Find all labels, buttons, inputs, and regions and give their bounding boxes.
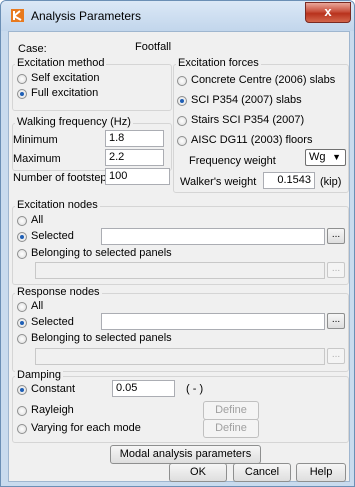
concrete-centre-radio[interactable] xyxy=(177,76,187,86)
title-bar[interactable]: Analysis Parameters x xyxy=(1,1,354,31)
excitation-panels-browse-button: ... xyxy=(327,262,345,278)
response-selected-radio[interactable] xyxy=(17,318,27,328)
self-excitation-radio[interactable] xyxy=(17,74,27,84)
cancel-button[interactable]: Cancel xyxy=(233,463,291,482)
response-all-label[interactable]: All xyxy=(31,300,43,312)
damping-rayleigh-label[interactable]: Rayleigh xyxy=(31,404,74,416)
excitation-selected-label[interactable]: Selected xyxy=(31,230,74,242)
excitation-panels-input xyxy=(35,262,325,279)
self-excitation-label[interactable]: Self excitation xyxy=(31,72,99,84)
stairs-sci-radio[interactable] xyxy=(177,116,187,126)
footsteps-label: Number of footsteps xyxy=(13,172,113,184)
damping-constant-label[interactable]: Constant xyxy=(31,383,75,395)
modal-analysis-parameters-button[interactable]: Modal analysis parameters xyxy=(110,445,261,464)
dialog-window: Analysis Parameters x Case: Footfall Exc… xyxy=(0,0,355,487)
close-icon: x xyxy=(324,4,332,19)
walker-weight-label: Walker's weight xyxy=(180,176,257,188)
response-selected-label[interactable]: Selected xyxy=(31,316,74,328)
damping-constant-radio[interactable] xyxy=(17,385,27,395)
sci-p354-radio[interactable] xyxy=(177,96,187,106)
maximum-input[interactable]: 2.2 xyxy=(105,149,164,166)
frequency-weight-select[interactable]: Wg ▼ xyxy=(305,149,346,166)
sci-p354-label[interactable]: SCI P354 (2007) slabs xyxy=(191,94,302,106)
damping-rayleigh-radio[interactable] xyxy=(17,406,27,416)
response-panels-input xyxy=(35,348,325,365)
excitation-all-radio[interactable] xyxy=(17,216,27,226)
excitation-panels-label[interactable]: Belonging to selected panels xyxy=(31,247,172,259)
rayleigh-define-button: Define xyxy=(203,401,259,420)
frequency-weight-label: Frequency weight xyxy=(189,155,276,167)
walker-weight-unit: (kip) xyxy=(320,176,342,188)
excitation-browse-button[interactable]: ... xyxy=(327,228,345,244)
response-panels-radio[interactable] xyxy=(17,334,27,344)
close-button[interactable]: x xyxy=(305,2,351,23)
excitation-forces-title: Excitation forces xyxy=(176,57,261,69)
app-logo-icon xyxy=(11,9,24,22)
case-value: Footfall xyxy=(135,41,172,53)
concrete-centre-label[interactable]: Concrete Centre (2006) slabs xyxy=(191,74,335,86)
excitation-selected-input[interactable] xyxy=(101,228,325,245)
response-browse-button[interactable]: ... xyxy=(327,313,345,329)
dialog-body: Case: Footfall Excitation method Self ex… xyxy=(8,31,350,482)
walking-frequency-title: Walking frequency (Hz) xyxy=(15,116,133,128)
response-panels-label[interactable]: Belonging to selected panels xyxy=(31,332,172,344)
dropdown-arrow-icon: ▼ xyxy=(332,152,341,162)
case-label: Case: xyxy=(18,43,47,55)
minimum-label: Minimum xyxy=(13,134,58,146)
stairs-sci-label[interactable]: Stairs SCI P354 (2007) xyxy=(191,114,304,126)
minimum-input[interactable]: 1.8 xyxy=(105,130,164,147)
response-selected-input[interactable] xyxy=(101,313,325,330)
maximum-label: Maximum xyxy=(13,153,61,165)
excitation-selected-radio[interactable] xyxy=(17,232,27,242)
damping-varying-label[interactable]: Varying for each mode xyxy=(31,422,141,434)
window-title: Analysis Parameters xyxy=(31,9,142,23)
aisc-dg11-label[interactable]: AISC DG11 (2003) floors xyxy=(191,134,312,146)
response-all-radio[interactable] xyxy=(17,302,27,312)
damping-constant-input[interactable]: 0.05 xyxy=(112,380,175,397)
excitation-nodes-title: Excitation nodes xyxy=(15,199,100,211)
ok-button[interactable]: OK xyxy=(169,463,227,482)
excitation-all-label[interactable]: All xyxy=(31,214,43,226)
excitation-panels-radio[interactable] xyxy=(17,249,27,259)
full-excitation-label[interactable]: Full excitation xyxy=(31,87,98,99)
damping-title: Damping xyxy=(15,369,64,381)
walker-weight-input[interactable]: 0.1543 xyxy=(263,172,315,189)
excitation-method-title: Excitation method xyxy=(15,57,107,69)
frequency-weight-value: Wg xyxy=(309,151,326,163)
response-nodes-title: Response nodes xyxy=(15,286,102,298)
help-button[interactable]: Help xyxy=(296,463,346,482)
damping-varying-radio[interactable] xyxy=(17,424,27,434)
full-excitation-radio[interactable] xyxy=(17,89,27,99)
varying-define-button: Define xyxy=(203,419,259,438)
aisc-dg11-radio[interactable] xyxy=(177,136,187,146)
footsteps-input[interactable]: 100 xyxy=(105,168,170,185)
damping-unit: ( - ) xyxy=(186,383,204,395)
response-panels-browse-button: ... xyxy=(327,348,345,364)
